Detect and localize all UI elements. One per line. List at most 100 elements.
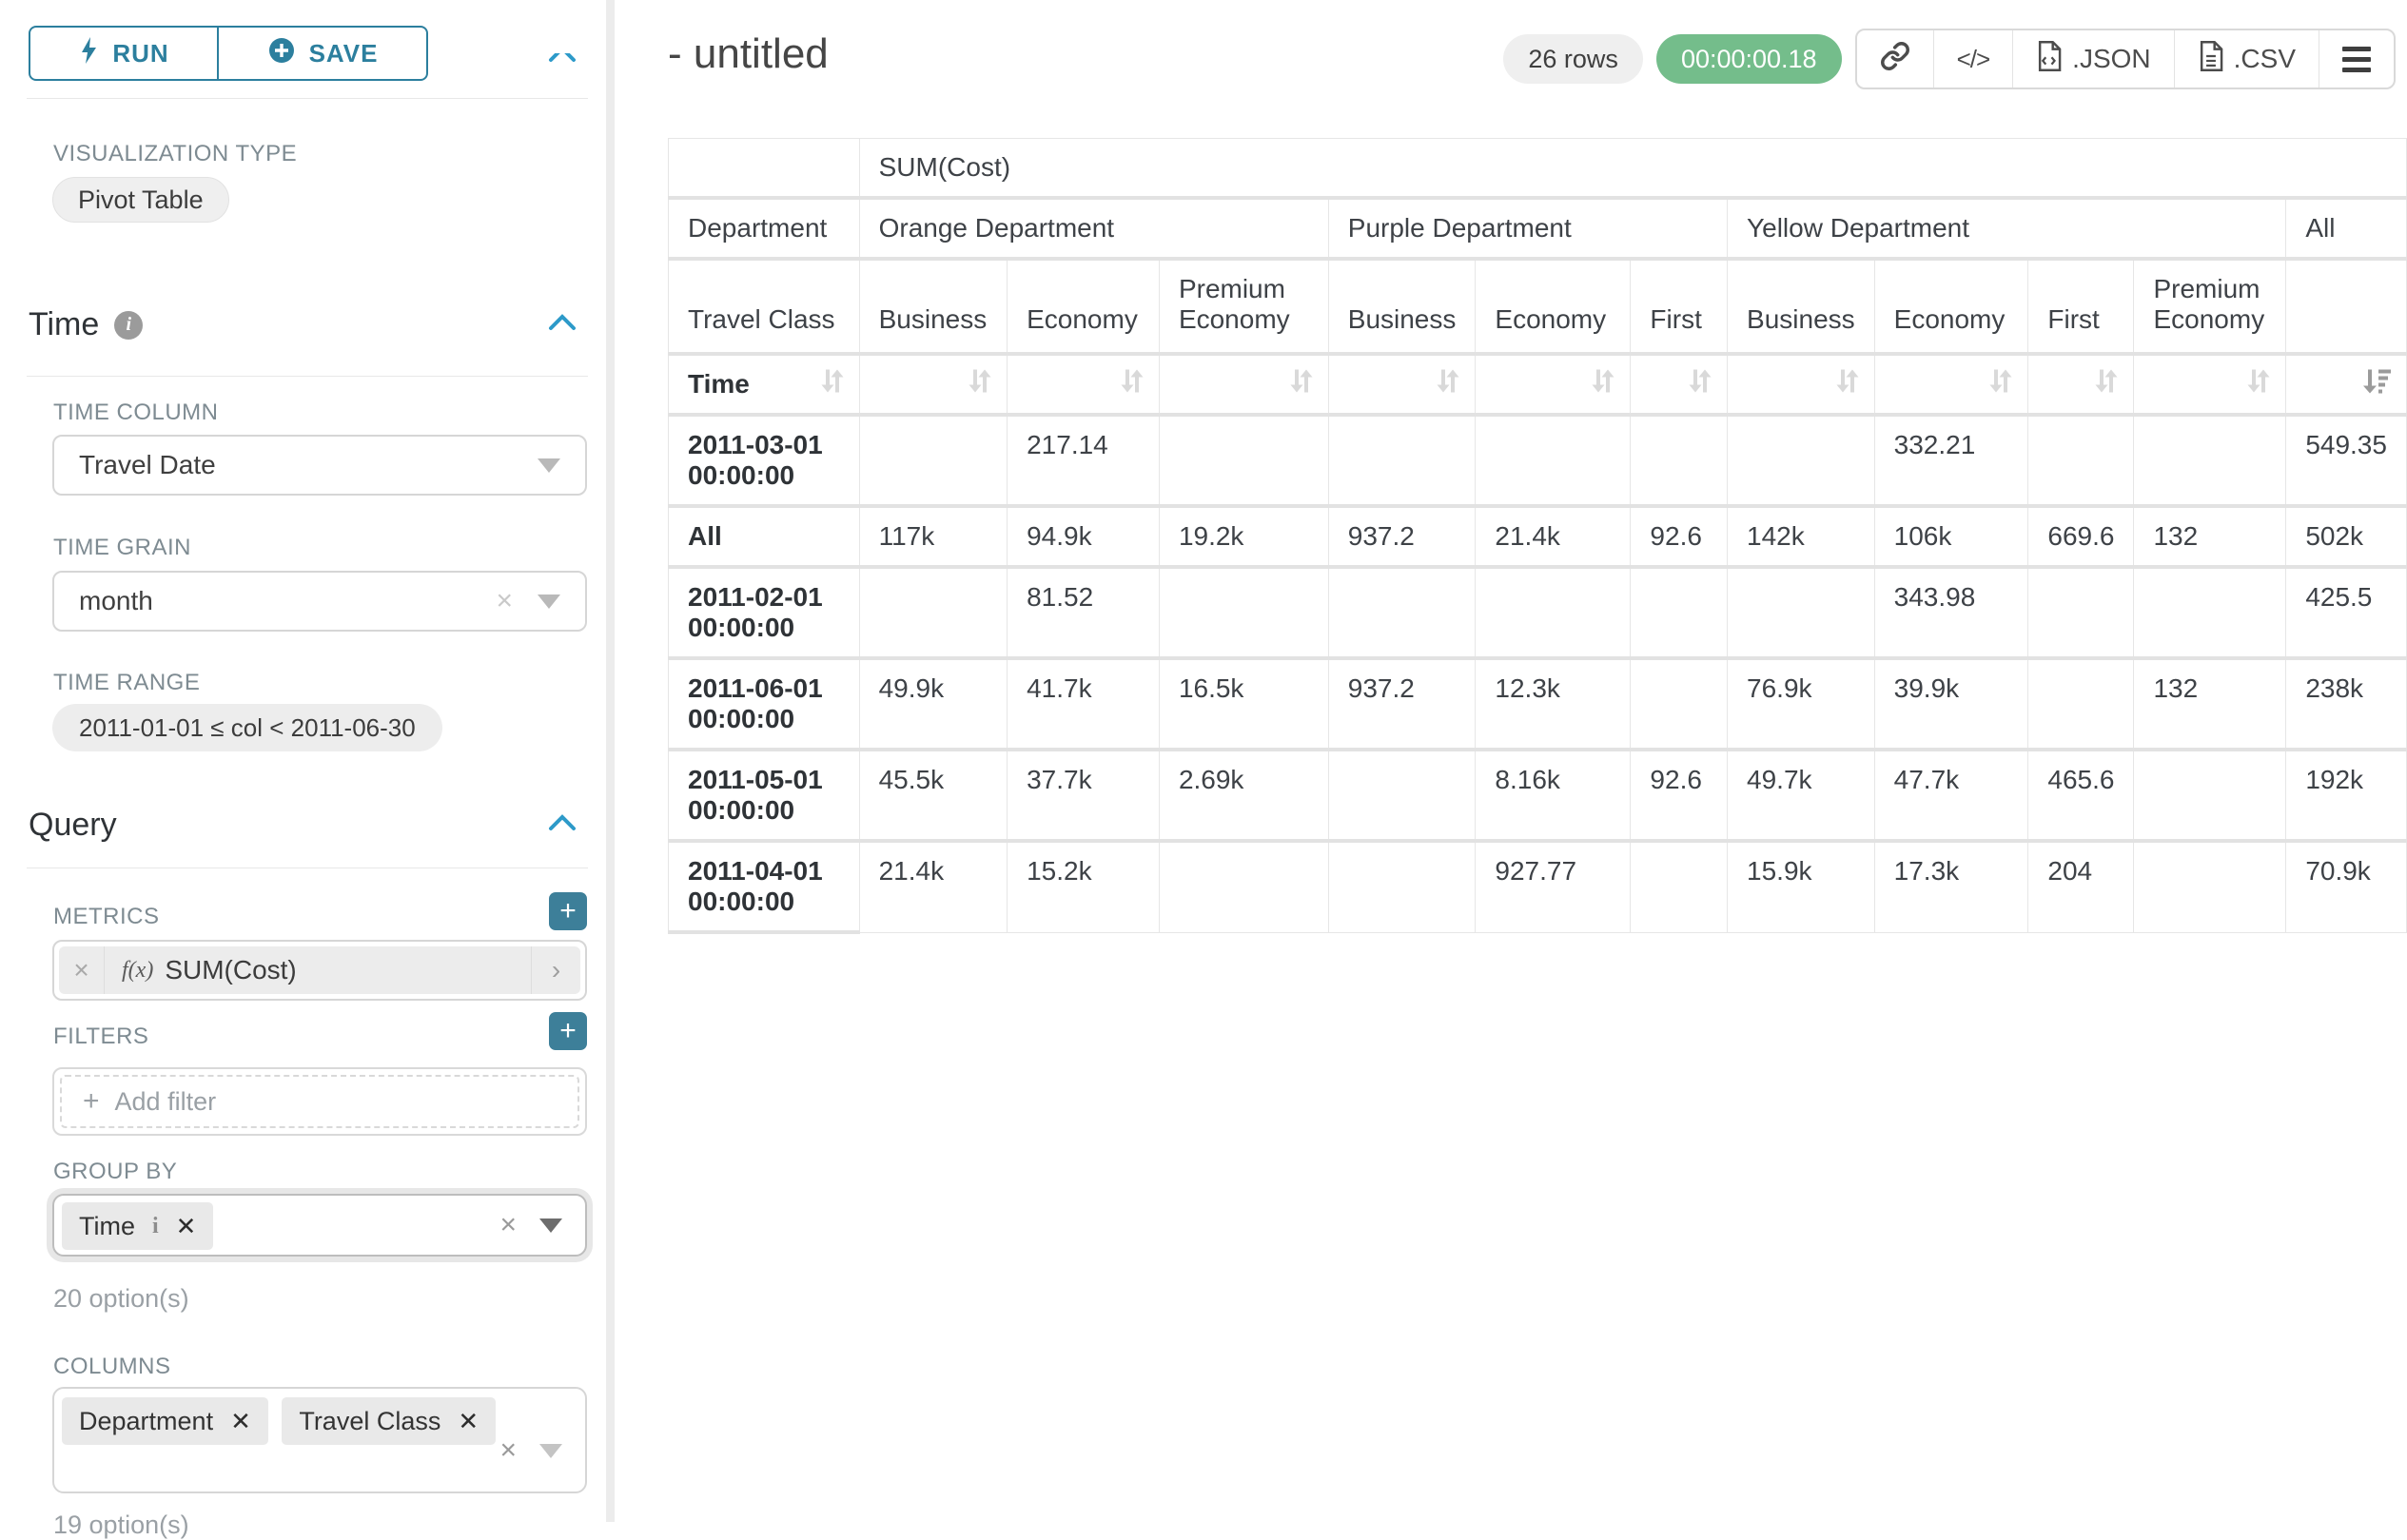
embed-code-button[interactable]: </> bbox=[1933, 30, 2013, 88]
columns-options-hint: 19 option(s) bbox=[53, 1511, 189, 1540]
pivot-sort-column[interactable] bbox=[1328, 354, 1476, 415]
copy-link-button[interactable] bbox=[1857, 30, 1933, 88]
pivot-sort-column[interactable] bbox=[1728, 354, 1875, 415]
sort-icon[interactable] bbox=[817, 366, 846, 403]
pivot-cell bbox=[2028, 658, 2134, 750]
sort-icon[interactable] bbox=[965, 366, 993, 403]
chart-title[interactable]: - untitled bbox=[668, 30, 829, 78]
column-info-icon: i bbox=[152, 1214, 159, 1239]
pivot-cell: 47.7k bbox=[1874, 750, 2028, 841]
viz-type-pill[interactable]: Pivot Table bbox=[52, 177, 229, 223]
pivot-cell: 2.69k bbox=[1159, 750, 1328, 841]
save-button[interactable]: SAVE bbox=[217, 26, 428, 81]
remove-tag-icon[interactable]: ✕ bbox=[458, 1407, 479, 1436]
pivot-class-header: Economy bbox=[1874, 259, 2028, 354]
group-by-select[interactable]: Time i ✕ × bbox=[52, 1194, 587, 1257]
pivot-row-header: 2011-02-01 00:00:00 bbox=[669, 567, 860, 658]
group-by-tag-time[interactable]: Time i ✕ bbox=[62, 1202, 213, 1250]
pivot-sort-column[interactable] bbox=[1159, 354, 1328, 415]
pivot-sort-column[interactable] bbox=[1008, 354, 1160, 415]
filters-control: + Add filter bbox=[52, 1067, 587, 1136]
group-by-label: GROUP BY bbox=[53, 1159, 177, 1185]
sort-icon[interactable] bbox=[1832, 366, 1861, 403]
pivot-sort-column[interactable] bbox=[2134, 354, 2286, 415]
pivot-class-header bbox=[2286, 259, 2407, 354]
pivot-cell bbox=[1476, 567, 1631, 658]
pivot-sort-column[interactable] bbox=[859, 354, 1008, 415]
file-json-icon bbox=[2036, 41, 2063, 78]
pivot-sort-column[interactable] bbox=[1476, 354, 1631, 415]
pivot-sort-column[interactable] bbox=[2028, 354, 2134, 415]
time-grain-select[interactable]: month × bbox=[52, 571, 587, 632]
clear-all-icon[interactable]: × bbox=[499, 1209, 517, 1241]
remove-metric-icon[interactable]: × bbox=[59, 946, 105, 994]
pivot-sort-column[interactable] bbox=[1874, 354, 2028, 415]
pivot-class-header: Business bbox=[1728, 259, 1875, 354]
columns-select[interactable]: Department ✕ Travel Class ✕ × bbox=[52, 1387, 587, 1493]
time-column-select[interactable]: Travel Date bbox=[52, 435, 587, 496]
pivot-cell: 117k bbox=[859, 506, 1008, 567]
pivot-sort-column[interactable] bbox=[2286, 354, 2407, 415]
sort-icon[interactable] bbox=[1286, 366, 1315, 403]
sidebar-scrollbar[interactable] bbox=[606, 0, 615, 1522]
metrics-control: × f(x) SUM(Cost) › bbox=[52, 940, 587, 1001]
function-icon: f(x) bbox=[122, 958, 153, 984]
add-filter-plus-button[interactable]: + bbox=[549, 1012, 587, 1050]
pivot-cell: 17.3k bbox=[1874, 841, 2028, 932]
file-csv-icon bbox=[2198, 41, 2224, 78]
add-filter-button[interactable]: + Add filter bbox=[60, 1075, 579, 1128]
remove-tag-icon[interactable]: ✕ bbox=[230, 1407, 251, 1436]
pivot-row: 2011-06-01 00:00:0049.9k41.7k16.5k937.21… bbox=[669, 658, 2407, 750]
pivot-cell bbox=[1476, 415, 1631, 506]
sort-icon[interactable] bbox=[1588, 366, 1616, 403]
tag-label: Travel Class bbox=[299, 1407, 440, 1436]
pivot-class-header: First bbox=[2028, 259, 2134, 354]
pivot-department-label: Department bbox=[669, 198, 860, 259]
query-collapse-chevron-icon[interactable] bbox=[548, 814, 577, 836]
chevron-down-icon[interactable] bbox=[539, 1218, 562, 1233]
control-panel-sidebar: Chart Type RUN SAVE VISUALIZATION TYPE P… bbox=[0, 0, 615, 1522]
pivot-cell bbox=[1159, 415, 1328, 506]
pivot-group-header: All bbox=[2286, 198, 2407, 259]
time-collapse-chevron-icon[interactable] bbox=[548, 314, 577, 336]
pivot-sort-column[interactable] bbox=[1631, 354, 1728, 415]
clear-icon[interactable]: × bbox=[496, 585, 513, 617]
chevron-right-icon[interactable]: › bbox=[531, 946, 580, 994]
sort-icon[interactable] bbox=[2091, 366, 2120, 403]
plus-icon: + bbox=[83, 1085, 100, 1118]
pivot-class-header: Business bbox=[859, 259, 1008, 354]
add-filter-label: Add filter bbox=[115, 1087, 217, 1117]
columns-tag-department[interactable]: Department ✕ bbox=[62, 1397, 268, 1445]
sort-icon[interactable] bbox=[1433, 366, 1461, 403]
time-range-pill[interactable]: 2011-01-01 ≤ col < 2011-06-30 bbox=[52, 704, 442, 751]
export-json-button[interactable]: .JSON bbox=[2012, 30, 2173, 88]
pivot-sort-time[interactable]: Time bbox=[669, 354, 860, 415]
pivot-cell: 70.9k bbox=[2286, 841, 2407, 932]
pivot-cell bbox=[1631, 415, 1728, 506]
sort-icon[interactable] bbox=[1685, 366, 1713, 403]
columns-tag-travel-class[interactable]: Travel Class ✕ bbox=[282, 1397, 496, 1445]
add-metric-button[interactable]: + bbox=[549, 892, 587, 930]
sort-icon[interactable] bbox=[2243, 366, 2272, 403]
pivot-cell: 142k bbox=[1728, 506, 1875, 567]
more-options-button[interactable] bbox=[2319, 30, 2394, 88]
sort-icon[interactable] bbox=[1117, 366, 1145, 403]
metric-pill[interactable]: × f(x) SUM(Cost) › bbox=[59, 946, 580, 994]
sort-desc-icon[interactable] bbox=[2360, 367, 2393, 402]
tag-label: Time bbox=[79, 1212, 135, 1241]
remove-tag-icon[interactable]: ✕ bbox=[176, 1212, 197, 1241]
pivot-cell: 39.9k bbox=[1874, 658, 2028, 750]
time-section-title: Time bbox=[29, 306, 99, 343]
pivot-cell bbox=[1159, 567, 1328, 658]
pivot-cell: 92.6 bbox=[1631, 750, 1728, 841]
run-button[interactable]: RUN bbox=[29, 26, 219, 81]
pivot-cell: 15.9k bbox=[1728, 841, 1875, 932]
pivot-cell bbox=[1328, 567, 1476, 658]
sort-icon[interactable] bbox=[1986, 366, 2014, 403]
export-csv-button[interactable]: .CSV bbox=[2174, 30, 2319, 88]
pivot-cell: 132 bbox=[2134, 658, 2286, 750]
clear-all-icon[interactable]: × bbox=[499, 1434, 517, 1467]
query-section-title: Query bbox=[29, 807, 117, 844]
pivot-row: 2011-04-01 00:00:0021.4k15.2k927.7715.9k… bbox=[669, 841, 2407, 932]
chevron-down-icon[interactable] bbox=[539, 1444, 562, 1458]
